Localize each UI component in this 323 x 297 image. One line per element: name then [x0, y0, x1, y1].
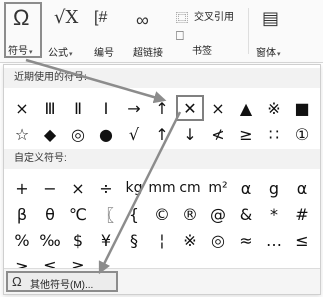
symbol-cell[interactable]: ¦ [148, 227, 176, 253]
more-symbols-button[interactable]: Ω 其他符号(M)... [6, 271, 118, 292]
symbol-cell[interactable]: Ⅱ [64, 95, 92, 121]
symbol-button-highlight [4, 2, 42, 58]
link-icon: ∞ [136, 10, 149, 30]
bookmark-icon: ⎕ [176, 28, 184, 43]
symbol-cell[interactable]: ℃ [64, 201, 92, 227]
symbol-cell[interactable]: ↑ [148, 121, 176, 147]
symbol-cell[interactable]: kg [120, 175, 148, 201]
symbol-cell[interactable]: Ⅰ [92, 95, 120, 121]
symbol-cell[interactable]: ≈ [232, 227, 260, 253]
symbol-cell[interactable]: ▲ [232, 95, 260, 121]
chevron-down-icon: ▾ [69, 51, 73, 58]
ribbon-divider [248, 8, 249, 54]
symbol-cell[interactable]: + [8, 175, 36, 201]
symbol-cell[interactable]: % [8, 227, 36, 253]
symbol-cell[interactable]: * [260, 201, 288, 227]
more-symbols-label: 其他符号(M)... [30, 280, 94, 291]
symbol-cell[interactable]: ※ [176, 227, 204, 253]
number-label: 编号 [94, 48, 114, 59]
symbol-cell[interactable]: ® [176, 201, 204, 227]
symbol-cell[interactable]: © [148, 201, 176, 227]
form-label: 窗体 [256, 48, 276, 59]
form-icon: ▤ [262, 8, 280, 28]
symbol-cell[interactable]: & [232, 201, 260, 227]
cross-reference-icon: ⿴ [176, 11, 189, 25]
hyperlink-label: 超链接 [133, 48, 163, 59]
symbol-cell[interactable]: ≥ [232, 121, 260, 147]
number-icon: [# [94, 9, 108, 26]
custom-symbols-grid: + − × ÷ kg mm cm m² α g α β θ ℃ 〖{© ® @ & * #% ‰ $ ¥ § ¦ ※ ◎ ≈… ≤ ≥ ≦ ≧ [8, 175, 316, 279]
recent-symbols-title: 近期使用的符号: [4, 68, 320, 88]
symbol-cell[interactable]: ‰ [36, 227, 64, 253]
symbol-cell[interactable]: ÷ [92, 175, 120, 201]
symbol-cell[interactable]: … [260, 227, 288, 253]
symbol-cell[interactable]: → [120, 95, 148, 121]
symbol-cell[interactable]: × [64, 175, 92, 201]
symbol-cell[interactable]: ↑ [148, 95, 176, 121]
symbol-cell-selected[interactable]: ✕ [176, 95, 204, 121]
symbol-cell[interactable]: m² [204, 175, 232, 201]
symbol-cell[interactable]: α [288, 175, 316, 201]
symbol-cell[interactable]: ¥ [92, 227, 120, 253]
symbol-cell[interactable]: β [8, 201, 36, 227]
symbol-cell[interactable]: ≤ [288, 227, 316, 253]
symbol-dropdown-panel: 近期使用的符号: ×ⅢⅡⅠ→↑✕×▲※■☆◆◎●√↑↓≮≥∷①②③ 自定义符号:… [3, 64, 321, 295]
cross-reference-label: 交叉引用 [194, 12, 234, 23]
symbol-cell[interactable]: ∷ [260, 121, 288, 147]
symbol-cell[interactable]: ≮ [204, 121, 232, 147]
formula-label: 公式 [48, 48, 68, 59]
symbol-cell[interactable]: ● [92, 121, 120, 147]
symbol-cell[interactable]: ◆ [36, 121, 64, 147]
symbol-cell[interactable]: $ [64, 227, 92, 253]
symbol-cell[interactable]: × [8, 95, 36, 121]
symbol-cell[interactable]: ① [288, 121, 316, 147]
symbol-cell[interactable]: cm [176, 175, 204, 201]
symbol-cell[interactable]: ↓ [176, 121, 204, 147]
symbol-cell[interactable]: mm [148, 175, 176, 201]
custom-symbols-title: 自定义符号: [4, 149, 320, 169]
symbol-cell[interactable]: ■ [288, 95, 316, 121]
formula-icon: √X [54, 7, 79, 28]
symbol-cell[interactable]: { [120, 201, 148, 227]
symbol-cell[interactable]: α [232, 175, 260, 201]
insert-ribbon: Ω 符号▾ √X 公式▾ [# 编号 ∞ 超链接 ⿴ 交叉引用 ⎕ 书签 ▤ 窗… [0, 0, 323, 63]
symbol-cell[interactable]: ☆ [8, 121, 36, 147]
symbol-cell[interactable]: 〖 [92, 201, 120, 227]
symbol-cell[interactable]: ※ [260, 95, 288, 121]
symbol-cell[interactable]: θ [36, 201, 64, 227]
symbol-cell[interactable]: ◎ [64, 121, 92, 147]
symbol-cell[interactable]: @ [204, 201, 232, 227]
symbol-cell[interactable]: g [260, 175, 288, 201]
symbol-cell[interactable]: − [36, 175, 64, 201]
symbol-cell[interactable]: § [120, 227, 148, 253]
bookmark-label: 书签 [192, 46, 212, 57]
symbol-cell[interactable]: × [204, 95, 232, 121]
symbol-cell[interactable]: √ [120, 121, 148, 147]
symbol-cell[interactable]: ◎ [204, 227, 232, 253]
chevron-down-icon: ▾ [277, 51, 281, 58]
more-symbols-row: Ω 其他符号(M)... [4, 269, 320, 294]
symbol-cell[interactable]: Ⅲ [36, 95, 64, 121]
omega-icon: Ω [12, 274, 22, 289]
symbol-cell[interactable]: # [288, 201, 316, 227]
